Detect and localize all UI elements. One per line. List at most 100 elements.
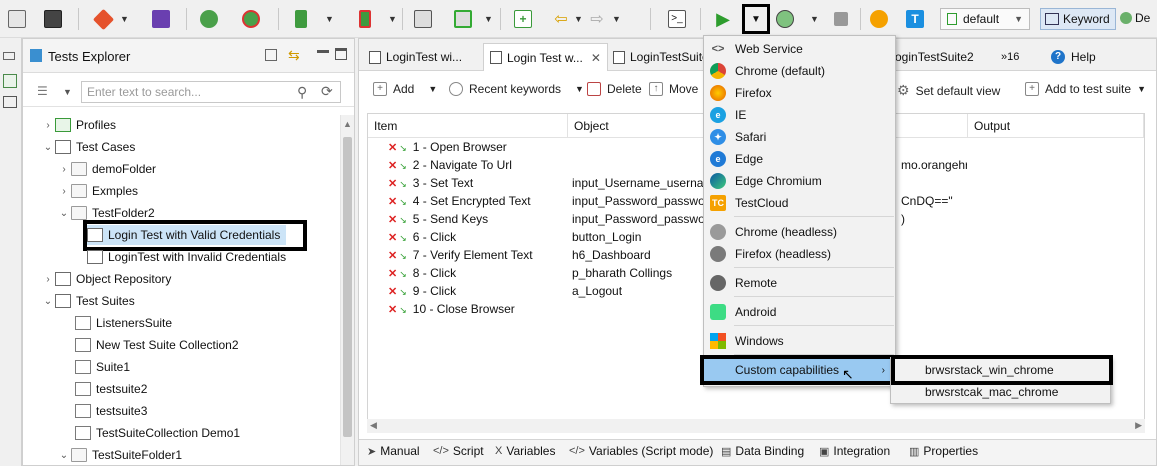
tree-item-testfolder2[interactable]: ⌄ TestFolder2 [57, 203, 155, 223]
tree-item-test-cases[interactable]: ⌄ Test Cases [41, 137, 135, 157]
tab-login-test-active[interactable]: Login Test w... ✕ [483, 43, 608, 71]
filter-icon[interactable]: ☰ [37, 84, 48, 98]
record-mobile-icon[interactable] [352, 6, 378, 32]
recent-keywords-button[interactable]: Recent keywords ▼ [449, 82, 584, 96]
tree-item-login-invalid[interactable]: LoginTest with Invalid Credentials [87, 247, 286, 267]
menu-item-edge-chromium[interactable]: Edge Chromium [704, 170, 895, 192]
search-icon[interactable]: ⚲ [297, 84, 307, 101]
chevron-right-icon[interactable]: › [41, 120, 55, 131]
debug-dropdown[interactable]: ▼ [810, 14, 819, 24]
chevron-down-icon[interactable]: ⌄ [41, 142, 55, 153]
chevron-down-icon[interactable]: ⌄ [41, 296, 55, 307]
input-cell[interactable] [901, 300, 967, 318]
chevron-down-icon[interactable]: ⌄ [57, 450, 71, 461]
recent-dropdown-arrow[interactable]: ▼ [575, 84, 584, 94]
forward-dropdown[interactable]: ▼ [612, 14, 621, 24]
chevron-right-icon[interactable]: › [41, 274, 55, 285]
save-icon[interactable] [40, 6, 66, 32]
menu-item-windows[interactable]: Windows [704, 330, 895, 352]
tree-item-object-repository[interactable]: › Object Repository [41, 269, 171, 289]
back-arrow-icon[interactable]: ⇦ [548, 6, 574, 32]
menu-item-chrome[interactable]: Chrome (default) [704, 60, 895, 82]
spy-mobile-dropdown[interactable]: ▼ [325, 14, 334, 24]
menu-item-web-service[interactable]: <> Web Service [704, 38, 895, 60]
tree-item-suite1[interactable]: Suite1 [75, 357, 130, 377]
tab-logintest-1[interactable]: LoginTest wi... [363, 43, 468, 71]
tree-item-new-suite-collection2[interactable]: New Test Suite Collection2 [75, 335, 239, 355]
tree-item-demofolder[interactable]: › demoFolder [57, 159, 156, 179]
record-desktop-dropdown[interactable]: ▼ [484, 14, 493, 24]
tree-item-testsuite2[interactable]: testsuite2 [75, 379, 147, 399]
run-icon[interactable]: ▶ [710, 6, 736, 32]
tree-item-testsuitefolder1[interactable]: ⌄ TestSuiteFolder1 [57, 445, 182, 465]
delete-button[interactable]: Delete [587, 82, 642, 96]
scroll-left-icon[interactable]: ◀ [370, 420, 377, 431]
input-cell[interactable] [901, 264, 967, 282]
tab-variables[interactable]: X Variables [495, 444, 555, 458]
menu-item-edge[interactable]: e Edge [704, 148, 895, 170]
stop-icon[interactable] [828, 6, 854, 32]
new-icon[interactable] [4, 6, 30, 32]
testcloud-icon[interactable] [866, 6, 892, 32]
restore-icon[interactable] [3, 52, 15, 60]
scroll-up-icon[interactable]: ▲ [343, 119, 352, 129]
menu-item-chrome-headless[interactable]: Chrome (headless) [704, 221, 895, 243]
scroll-right-icon[interactable]: ▶ [1135, 420, 1142, 431]
column-header-output[interactable]: Output [968, 114, 1144, 138]
view-icon[interactable] [3, 74, 17, 88]
record-web-icon[interactable] [238, 6, 264, 32]
tree-item-exmples[interactable]: › Exmples [57, 181, 138, 201]
spy-mobile-icon[interactable] [288, 6, 314, 32]
git-dropdown-arrow[interactable]: ▼ [120, 14, 129, 24]
submenu-item-brwsrstack-win-chrome[interactable]: brwsrstack_win_chrome [891, 359, 1110, 381]
input-cell[interactable] [901, 228, 967, 246]
tree-item-testsuite3[interactable]: testsuite3 [75, 401, 147, 421]
testops-icon[interactable]: T [902, 6, 928, 32]
add-to-suite-dropdown-arrow[interactable]: ▼ [1137, 84, 1146, 94]
maximize-icon[interactable] [335, 48, 347, 60]
debug-icon[interactable] [772, 6, 798, 32]
set-default-view-button[interactable]: ⚙ Set default view [897, 82, 1000, 99]
submenu-item-brwsrstcak-mac-chrome[interactable]: brwsrstcak_mac_chrome [891, 381, 1110, 403]
tab-data-binding[interactable]: ▤ Data Binding [721, 444, 804, 458]
keyword-perspective-button[interactable]: Keyword [1040, 8, 1116, 30]
tree-item-test-suites[interactable]: ⌄ Test Suites [41, 291, 135, 311]
list-icon[interactable] [3, 96, 17, 108]
input-cell[interactable]: ) [901, 210, 967, 228]
back-dropdown[interactable]: ▼ [574, 14, 583, 24]
menu-item-firefox[interactable]: Firefox [704, 82, 895, 104]
tab-integration[interactable]: ▣ Integration [819, 444, 890, 458]
tree-item-suite-collection-demo1[interactable]: TestSuiteCollection Demo1 [75, 423, 240, 443]
minimize-icon[interactable] [317, 50, 329, 53]
run-dropdown-arrow[interactable]: ▼ [742, 4, 770, 34]
record-desktop-icon[interactable] [450, 6, 476, 32]
table-horizontal-scrollbar[interactable]: ◀ ▶ [367, 419, 1145, 433]
tab-help[interactable]: ? Help [1045, 43, 1102, 71]
advanced-search-icon[interactable]: ⟳ [321, 83, 333, 100]
spy-web-icon[interactable] [196, 6, 222, 32]
git-icon[interactable] [90, 6, 116, 32]
chevron-down-icon[interactable]: ⌄ [57, 208, 71, 219]
tree-item-login-valid[interactable]: Login Test with Valid Credentials [87, 225, 287, 245]
menu-item-remote[interactable]: Remote [704, 272, 895, 294]
tab-logintestsuite2[interactable]: oginTestSuite2 [889, 43, 980, 71]
add-icon[interactable]: + [510, 6, 536, 32]
console-icon[interactable]: >_ [664, 6, 690, 32]
input-cell[interactable] [901, 246, 967, 264]
input-cell[interactable]: mo.orangehr [901, 156, 967, 174]
menu-item-safari[interactable]: ✦ Safari [704, 126, 895, 148]
record-mobile-dropdown[interactable]: ▼ [388, 14, 397, 24]
profile-select[interactable]: default ▼ [940, 8, 1030, 30]
add-to-test-suite-button[interactable]: + Add to test suite ▼ [1025, 82, 1146, 96]
tab-overflow[interactable]: »16 [995, 43, 1025, 71]
forward-arrow-icon[interactable]: ⇨ [584, 6, 610, 32]
filter-dropdown-arrow[interactable]: ▼ [63, 87, 72, 97]
close-icon[interactable]: ✕ [591, 51, 601, 65]
chevron-right-icon[interactable]: › [57, 164, 71, 175]
menu-item-ie[interactable]: e IE [704, 104, 895, 126]
tree-item-listenerssuite[interactable]: ListenersSuite [75, 313, 172, 333]
scroll-thumb[interactable] [343, 137, 352, 437]
tab-manual[interactable]: ➤ Manual [367, 444, 420, 458]
input-cell[interactable]: CnDQ==" [901, 192, 967, 210]
tab-logintestsuite[interactable]: LoginTestSuite [607, 43, 715, 71]
